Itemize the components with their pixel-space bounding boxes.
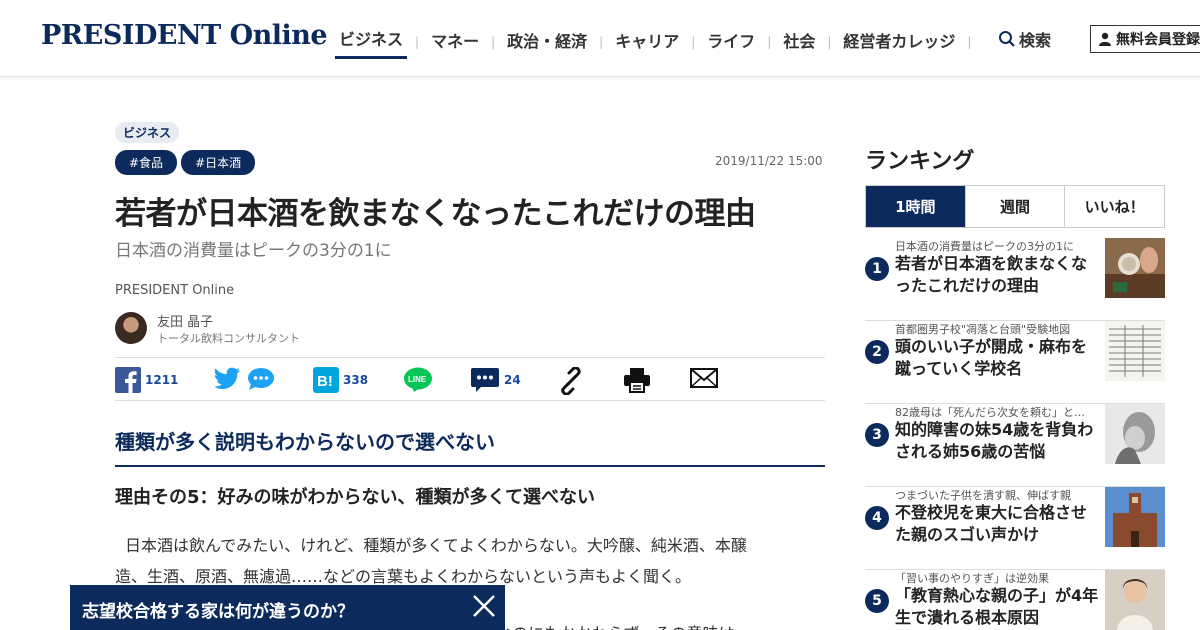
close-icon[interactable]: [471, 593, 497, 619]
author-role: トータル飲料コンサルタント: [157, 332, 300, 345]
svg-text:LINE: LINE: [408, 375, 427, 384]
hatena-count: 338: [343, 373, 369, 387]
ranking-kicker: 日本酒の消費量はピークの3分の1に: [895, 240, 1074, 253]
section-heading: 種類が多く説明もわからないので選べない: [115, 430, 495, 454]
ranking-kicker: つまづいた子供を潰す親、伸ばす親: [895, 489, 1071, 502]
ranking-tabs: 1時間 週間 いいね！: [865, 185, 1165, 228]
nav-separator: |: [827, 34, 832, 49]
tab-1-hour[interactable]: 1時間: [866, 186, 965, 227]
print-button[interactable]: [623, 367, 651, 393]
comment-count: 24: [504, 373, 521, 387]
search-button[interactable]: 検索: [998, 27, 1051, 51]
hatena-share[interactable]: B! 338: [313, 367, 368, 393]
ranking-headline[interactable]: 「教育熱心な親の子」が4年生で潰れる根本原因: [895, 585, 1100, 629]
ranking-item[interactable]: 3 82歳母は「死んだら次女を頼む」と… 知的障害の妹54歳を背負わされる姉56…: [865, 404, 1165, 487]
copy-link-button[interactable]: [557, 367, 585, 395]
ranking-kicker: 「習い事のやりすぎ」は逆効果: [895, 572, 1049, 585]
promo-banner-text: 志望校合格する家は何が違うのか？: [82, 602, 354, 622]
tag-sake[interactable]: #日本酒: [181, 150, 256, 175]
article-subtitle: 日本酒の消費量はピークの3分の1に: [115, 241, 392, 261]
rank-number: 1: [865, 257, 889, 281]
facebook-share[interactable]: 1211: [115, 367, 178, 393]
member-register-label: 無料会員登録: [1116, 32, 1200, 48]
ranking-headline[interactable]: 若者が日本酒を飲まなくなったこれだけの理由: [895, 253, 1100, 297]
site-logo[interactable]: PRESIDENT Online: [41, 20, 328, 51]
nav-item-life[interactable]: ライフ: [703, 26, 759, 58]
member-register-button[interactable]: 無料会員登録: [1090, 25, 1200, 53]
ranking-thumbnail[interactable]: [1105, 570, 1165, 630]
search-icon: [999, 31, 1015, 47]
twitter-icon: [214, 367, 240, 389]
ranking-thumbnail[interactable]: [1105, 321, 1165, 381]
hatena-bookmark-icon: B!: [313, 367, 339, 393]
article-body: 日本酒は飲んでみたい、けれど、種類が多くてよくわからない。大吟醸、純米酒、本醸 …: [115, 530, 825, 592]
svg-text:B!: B!: [317, 373, 333, 390]
ranking-title: ランキング: [865, 149, 975, 174]
tab-likes[interactable]: いいね！: [1064, 186, 1164, 227]
rank-number: 3: [865, 423, 889, 447]
tab-weekly[interactable]: 週間: [964, 186, 1065, 227]
tag-food[interactable]: #食品: [115, 150, 178, 175]
ranking-item[interactable]: 2 首都圏男子校"凋落と台頭"受験地図 頭のいい子が開成・麻布を蹴っていく学校名: [865, 321, 1165, 404]
nav-item-money[interactable]: マネー: [427, 26, 483, 58]
tag-list: #食品 #日本酒: [115, 150, 256, 175]
nav-item-society[interactable]: 社会: [779, 26, 819, 58]
article-source: PRESIDENT Online: [115, 283, 235, 298]
nav-separator: |: [599, 34, 604, 49]
main-nav: ビジネス | マネー | 政治・経済 | キャリア | ライフ | 社会 | 経…: [335, 24, 979, 59]
ranking-headline[interactable]: 不登校児を東大に合格させた親のスゴい声かけ: [895, 502, 1100, 546]
mail-icon: [690, 368, 718, 388]
comment-icon: [471, 368, 499, 392]
comment-share[interactable]: 24: [470, 367, 521, 393]
line-share[interactable]: LINE: [403, 367, 433, 393]
link-icon: [561, 367, 581, 395]
publish-date: 2019/11/22 15:00: [715, 154, 823, 168]
nav-separator: |: [691, 34, 696, 49]
nav-separator: |: [491, 34, 496, 49]
ranking-item[interactable]: 5 「習い事のやりすぎ」は逆効果 「教育熱心な親の子」が4年生で潰れる根本原因: [865, 570, 1165, 630]
ranking-kicker: 82歳母は「死んだら次女を頼む」と…: [895, 406, 1085, 419]
promo-banner[interactable]: 志望校合格する家は何が違うのか？: [70, 585, 505, 630]
speech-bubble-icon: [248, 368, 274, 390]
ranking-thumbnail[interactable]: [1105, 238, 1165, 298]
site-header: PRESIDENT Online ビジネス | マネー | 政治・経済 | キャ…: [0, 0, 1200, 77]
facebook-icon: [115, 367, 141, 393]
category-badge[interactable]: ビジネス: [115, 122, 180, 143]
sub-heading: 理由その5：好みの味がわからない、種類が多くて選べない: [115, 487, 595, 508]
ranking-thumbnail[interactable]: [1105, 404, 1165, 464]
author-name[interactable]: 友田 晶子: [157, 311, 213, 330]
nav-item-business[interactable]: ビジネス: [335, 24, 408, 59]
ranking-kicker: 首都圏男子校"凋落と台頭"受験地図: [895, 323, 1071, 336]
user-icon: [1099, 32, 1111, 46]
twitter-share[interactable]: [213, 367, 241, 391]
nav-item-career[interactable]: キャリア: [611, 26, 683, 58]
section-divider: [115, 465, 825, 467]
body-paragraph-line: …なのにもかかわらず、その意味は: [480, 620, 735, 630]
ranking-headline[interactable]: 知的障害の妹54歳を背負わされる姉56歳の苦悩: [895, 419, 1100, 463]
comment-bubble-share[interactable]: [247, 367, 275, 391]
printer-icon: [624, 368, 650, 393]
share-bar: 1211 B! 338 LINE 24: [115, 357, 825, 401]
nav-separator: |: [415, 34, 420, 49]
nav-separator: |: [767, 34, 772, 49]
email-share[interactable]: [690, 367, 718, 389]
facebook-count: 1211: [145, 373, 179, 387]
line-icon: LINE: [404, 367, 432, 392]
rank-number: 4: [865, 506, 889, 530]
body-paragraph-line: 日本酒は飲んでみたい、けれど、種類が多くてよくわからない。大吟醸、純米酒、本醸: [125, 536, 747, 555]
ranking-item[interactable]: 1 日本酒の消費量はピークの3分の1に 若者が日本酒を飲まなくなったこれだけの理…: [865, 238, 1165, 321]
ranking-headline[interactable]: 頭のいい子が開成・麻布を蹴っていく学校名: [895, 336, 1100, 380]
search-label: 検索: [1019, 31, 1052, 50]
rank-number: 2: [865, 340, 889, 364]
nav-separator: |: [967, 34, 972, 49]
rank-number: 5: [865, 589, 889, 613]
nav-item-politics-economy[interactable]: 政治・経済: [503, 26, 591, 58]
article-title: 若者が日本酒を飲まなくなったこれだけの理由: [115, 196, 756, 232]
nav-item-executive-college[interactable]: 経営者カレッジ: [839, 26, 959, 58]
ranking-item[interactable]: 4 つまづいた子供を潰す親、伸ばす親 不登校児を東大に合格させた親のスゴい声かけ: [865, 487, 1165, 570]
author-avatar[interactable]: [115, 312, 147, 344]
ranking-thumbnail[interactable]: [1105, 487, 1165, 547]
